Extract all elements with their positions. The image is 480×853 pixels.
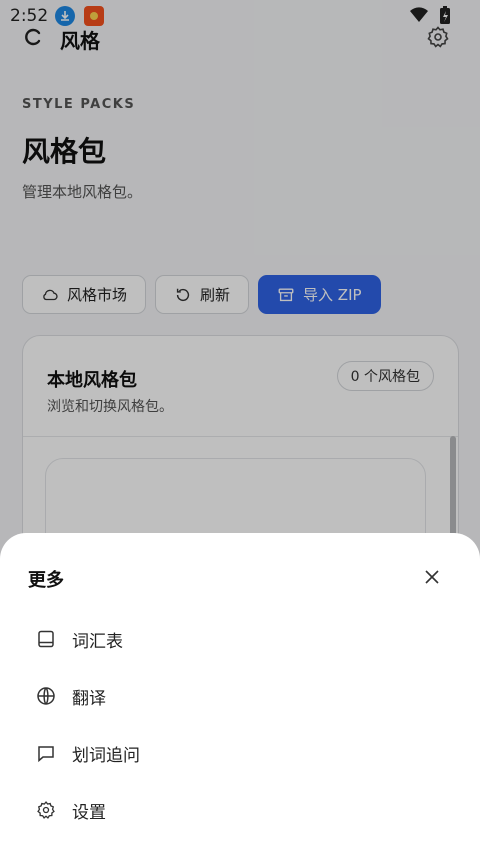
app-screen: 2:52 风格 STYLE PACKS 风格包 管理本地风格包。 风格市场 刷新… <box>0 0 480 853</box>
menu-item-selection-ask[interactable]: 划词追问 <box>28 731 452 775</box>
menu-item-label: 词汇表 <box>72 631 123 652</box>
gear-icon <box>37 801 55 819</box>
menu-item-label: 设置 <box>72 802 106 823</box>
close-icon[interactable] <box>422 567 442 587</box>
more-bottom-sheet: 更多 词汇表 翻译 划词追问 设置 <box>0 533 480 853</box>
chat-icon <box>38 746 54 763</box>
globe-icon <box>37 687 55 705</box>
menu-item-glossary[interactable]: 词汇表 <box>28 617 452 661</box>
menu-item-translate[interactable]: 翻译 <box>28 674 452 718</box>
menu-item-label: 划词追问 <box>72 745 140 766</box>
book-icon <box>38 630 54 648</box>
sheet-title: 更多 <box>28 570 64 591</box>
menu-item-settings[interactable]: 设置 <box>28 788 452 832</box>
menu-item-label: 翻译 <box>72 688 106 709</box>
